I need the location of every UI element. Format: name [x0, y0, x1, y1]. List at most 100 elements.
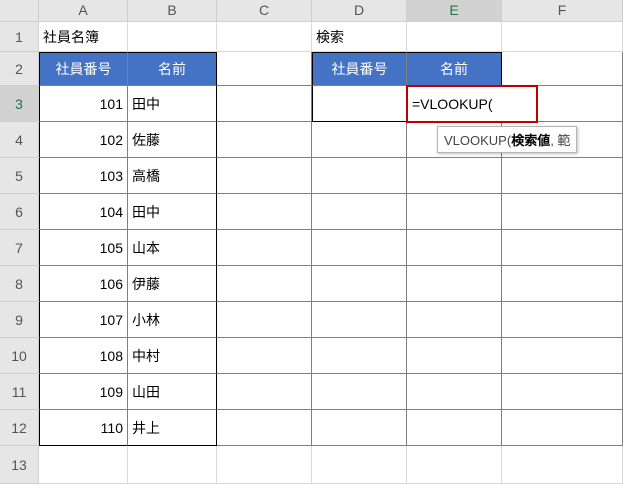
tooltip-func: VLOOKUP(	[444, 133, 511, 148]
cell-D1[interactable]: 検索	[312, 22, 407, 52]
row-header-9[interactable]: 9	[0, 302, 39, 338]
cell-E8[interactable]	[407, 266, 502, 302]
row-header-12[interactable]: 12	[0, 410, 39, 446]
formula-text: =VLOOKUP(	[412, 96, 493, 112]
cell-B4[interactable]: 佐藤	[128, 122, 217, 158]
cell-C8[interactable]	[217, 266, 312, 302]
row-header-2[interactable]: 2	[0, 52, 39, 86]
row-header-4[interactable]: 4	[0, 122, 39, 158]
cell-A13[interactable]	[39, 446, 128, 484]
column-header-B[interactable]: B	[128, 0, 217, 22]
cell-E6[interactable]	[407, 194, 502, 230]
cell-A6[interactable]: 104	[39, 194, 128, 230]
cell-C3[interactable]	[217, 86, 312, 122]
column-header-D[interactable]: D	[312, 0, 407, 22]
cell-C5[interactable]	[217, 158, 312, 194]
cell-C13[interactable]	[217, 446, 312, 484]
cell-B2[interactable]: 名前	[128, 52, 217, 86]
cell-C10[interactable]	[217, 338, 312, 374]
select-all-corner[interactable]	[0, 0, 39, 22]
cell-F9[interactable]	[502, 302, 623, 338]
cell-D9[interactable]	[312, 302, 407, 338]
cell-E5[interactable]	[407, 158, 502, 194]
tooltip-current-arg: 検索値	[511, 133, 550, 148]
row-header-11[interactable]: 11	[0, 374, 39, 410]
cell-A3[interactable]: 101	[39, 86, 128, 122]
column-header-E[interactable]: E	[407, 0, 502, 22]
cell-F1[interactable]	[502, 22, 623, 52]
cell-B8[interactable]: 伊藤	[128, 266, 217, 302]
cell-D10[interactable]	[312, 338, 407, 374]
cell-F8[interactable]	[502, 266, 623, 302]
cell-C11[interactable]	[217, 374, 312, 410]
cell-E9[interactable]	[407, 302, 502, 338]
cell-A5[interactable]: 103	[39, 158, 128, 194]
cell-B11[interactable]: 山田	[128, 374, 217, 410]
cell-C4[interactable]	[217, 122, 312, 158]
cell-D13[interactable]	[312, 446, 407, 484]
cell-A2[interactable]: 社員番号	[39, 52, 128, 86]
cell-A11[interactable]: 109	[39, 374, 128, 410]
cell-C9[interactable]	[217, 302, 312, 338]
row-header-13[interactable]: 13	[0, 446, 39, 484]
editing-cell-content[interactable]: =VLOOKUP(	[408, 87, 536, 121]
cell-E10[interactable]	[407, 338, 502, 374]
row-header-1[interactable]: 1	[0, 22, 39, 52]
row-header-5[interactable]: 5	[0, 158, 39, 194]
cell-C7[interactable]	[217, 230, 312, 266]
cell-E1[interactable]	[407, 22, 502, 52]
cell-E7[interactable]	[407, 230, 502, 266]
cell-D11[interactable]	[312, 374, 407, 410]
cell-A10[interactable]: 108	[39, 338, 128, 374]
cell-F7[interactable]	[502, 230, 623, 266]
cell-D6[interactable]	[312, 194, 407, 230]
cell-F11[interactable]	[502, 374, 623, 410]
row-header-8[interactable]: 8	[0, 266, 39, 302]
cell-E2[interactable]: 名前	[407, 52, 502, 86]
cell-B12[interactable]: 井上	[128, 410, 217, 446]
cell-D3[interactable]	[312, 86, 407, 122]
cell-B13[interactable]	[128, 446, 217, 484]
cell-F10[interactable]	[502, 338, 623, 374]
cell-A9[interactable]: 107	[39, 302, 128, 338]
row-header-3[interactable]: 3	[0, 86, 39, 122]
cell-E12[interactable]	[407, 410, 502, 446]
cell-B6[interactable]: 田中	[128, 194, 217, 230]
cell-D7[interactable]	[312, 230, 407, 266]
cell-B10[interactable]: 中村	[128, 338, 217, 374]
cell-D12[interactable]	[312, 410, 407, 446]
cell-A1[interactable]: 社員名簿	[39, 22, 128, 52]
row-header-10[interactable]: 10	[0, 338, 39, 374]
cell-B9[interactable]: 小林	[128, 302, 217, 338]
column-header-F[interactable]: F	[502, 0, 623, 22]
cell-C12[interactable]	[217, 410, 312, 446]
row-header-6[interactable]: 6	[0, 194, 39, 230]
cell-A7[interactable]: 105	[39, 230, 128, 266]
cell-E11[interactable]	[407, 374, 502, 410]
cell-F6[interactable]	[502, 194, 623, 230]
column-header-C[interactable]: C	[217, 0, 312, 22]
cell-A8[interactable]: 106	[39, 266, 128, 302]
cell-D2[interactable]: 社員番号	[312, 52, 407, 86]
cell-C2[interactable]	[217, 52, 312, 86]
cell-F5[interactable]	[502, 158, 623, 194]
cell-F2[interactable]	[502, 52, 623, 86]
cell-B1[interactable]	[128, 22, 217, 52]
function-tooltip[interactable]: VLOOKUP(検索値, 範	[437, 126, 577, 153]
cell-B3[interactable]: 田中	[128, 86, 217, 122]
row-headers: 12345678910111213	[0, 22, 39, 484]
cell-B7[interactable]: 山本	[128, 230, 217, 266]
row-header-7[interactable]: 7	[0, 230, 39, 266]
cell-A12[interactable]: 110	[39, 410, 128, 446]
cell-F13[interactable]	[502, 446, 623, 484]
cell-D4[interactable]	[312, 122, 407, 158]
cell-C6[interactable]	[217, 194, 312, 230]
cell-E13[interactable]	[407, 446, 502, 484]
cell-B5[interactable]: 高橋	[128, 158, 217, 194]
cell-D5[interactable]	[312, 158, 407, 194]
cell-D8[interactable]	[312, 266, 407, 302]
cell-A4[interactable]: 102	[39, 122, 128, 158]
column-header-A[interactable]: A	[39, 0, 128, 22]
cell-C1[interactable]	[217, 22, 312, 52]
cell-F12[interactable]	[502, 410, 623, 446]
